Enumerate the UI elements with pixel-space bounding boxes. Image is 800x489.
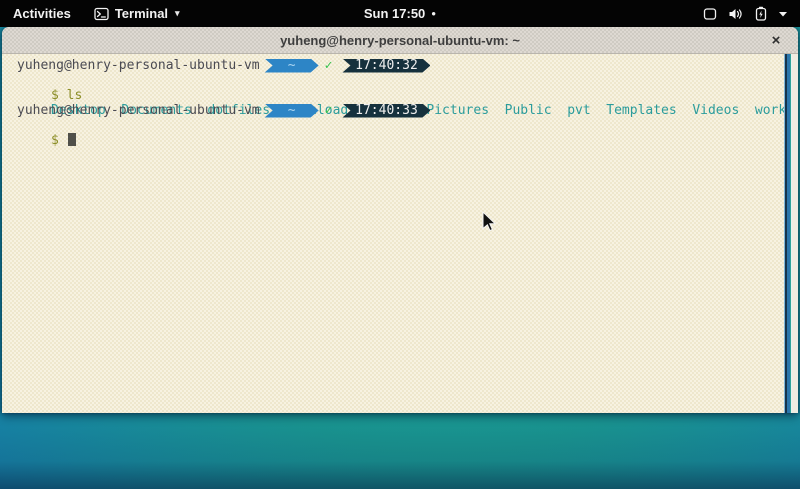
text-cursor-block bbox=[68, 133, 76, 146]
status-ok-icon: ✓ bbox=[325, 58, 333, 73]
window-titlebar[interactable]: yuheng@henry-personal-ubuntu-vm: ~ × bbox=[2, 27, 798, 54]
prompt-symbol: $ bbox=[51, 88, 59, 103]
powerline-time-segment: 17:40:32 bbox=[342, 59, 430, 73]
volume-icon bbox=[728, 7, 744, 21]
directory-name: Videos bbox=[692, 103, 739, 118]
scrollbar-track[interactable] bbox=[792, 54, 798, 413]
app-menu-terminal[interactable]: Terminal ▾ bbox=[84, 0, 190, 27]
gnome-top-bar: Activities Terminal ▾ Sun 17:50 ● bbox=[0, 0, 800, 27]
ls-output-line: DesktopDocumentsdotfilesDownloadsMusicPi… bbox=[4, 88, 798, 103]
directory-name: pvt bbox=[567, 103, 590, 118]
powerline-dir-segment: ~ bbox=[265, 104, 319, 118]
prompt-symbol: $ bbox=[51, 133, 59, 148]
powerline-time-segment: 17:40:33 bbox=[342, 104, 430, 118]
close-icon[interactable]: × bbox=[767, 27, 785, 54]
terminal-app-icon bbox=[94, 7, 109, 21]
prompt-user: yuheng@henry-personal-ubuntu-vm bbox=[17, 103, 260, 118]
directory-name: Pictures bbox=[426, 103, 489, 118]
command-text: ls bbox=[67, 88, 83, 103]
prompt-line-1: yuheng@henry-personal-ubuntu-vm ~ ✓ 17:4… bbox=[4, 58, 798, 73]
app-menu-label: Terminal bbox=[115, 6, 168, 21]
terminal-content-area[interactable]: yuheng@henry-personal-ubuntu-vm ~ ✓ 17:4… bbox=[2, 54, 798, 413]
activities-button[interactable]: Activities bbox=[0, 0, 84, 27]
current-input-line: $ bbox=[4, 118, 798, 133]
app-menu-caret-icon: ▾ bbox=[175, 8, 180, 19]
terminal-window: yuheng@henry-personal-ubuntu-vm: ~ × yuh… bbox=[2, 27, 798, 413]
prompt-user: yuheng@henry-personal-ubuntu-vm bbox=[17, 58, 260, 73]
notification-dot-icon: ● bbox=[431, 10, 436, 18]
status-ok-icon: ✓ bbox=[325, 103, 333, 118]
chevron-down-icon bbox=[778, 10, 788, 18]
clock-label: Sun 17:50 bbox=[364, 6, 425, 21]
activities-label: Activities bbox=[13, 6, 71, 21]
window-title: yuheng@henry-personal-ubuntu-vm: ~ bbox=[280, 33, 520, 48]
display-icon bbox=[703, 7, 717, 21]
command-line: $ ls bbox=[4, 73, 798, 88]
directory-name: Templates bbox=[606, 103, 676, 118]
directory-name: Public bbox=[505, 103, 552, 118]
scrollbar-thumb[interactable] bbox=[784, 54, 792, 413]
system-status-menu[interactable] bbox=[691, 0, 800, 27]
powerline-dir-segment: ~ bbox=[265, 59, 319, 73]
desktop-bottom-shade bbox=[0, 419, 800, 489]
battery-charging-icon bbox=[755, 6, 767, 21]
